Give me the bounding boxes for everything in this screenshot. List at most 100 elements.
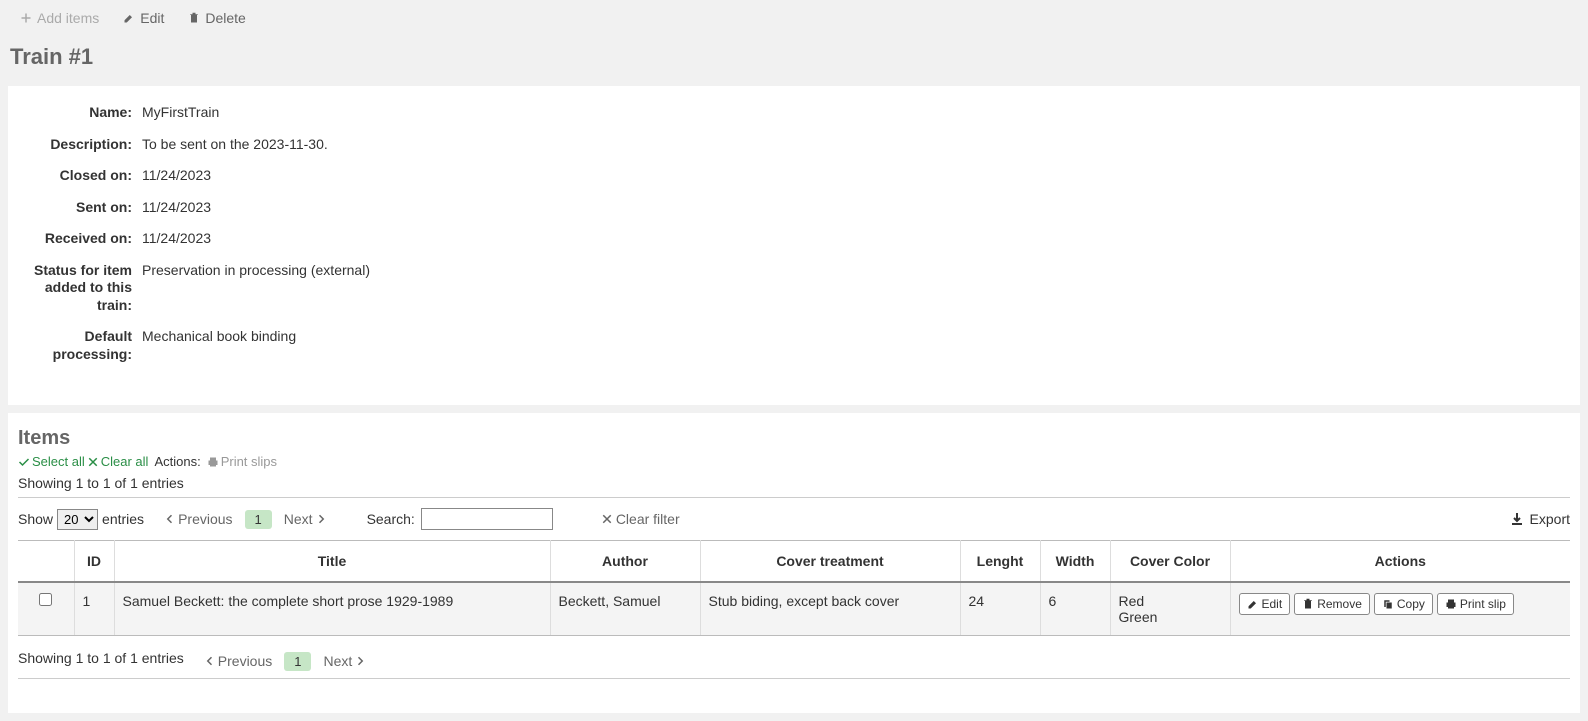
delete-button[interactable]: Delete — [188, 10, 245, 26]
row-edit-button[interactable]: Edit — [1239, 593, 1291, 615]
search-group: Search: — [367, 508, 553, 530]
previous-label: Previous — [178, 511, 232, 527]
cover-color-2: Green — [1119, 609, 1222, 625]
chevron-right-icon — [315, 513, 327, 525]
sent-on-label: Sent on: — [32, 199, 142, 217]
col-id[interactable]: ID — [74, 541, 114, 583]
next-label: Next — [284, 511, 313, 527]
paginator-top: Previous 1 Next — [164, 510, 327, 529]
row-copy-label: Copy — [1397, 597, 1425, 611]
previous-button-top[interactable]: Previous — [164, 511, 232, 527]
row-print-slip-label: Print slip — [1460, 597, 1506, 611]
clear-filter-label: Clear filter — [616, 511, 680, 527]
page-size-select[interactable]: 20 — [57, 509, 98, 530]
col-title[interactable]: Title — [114, 541, 550, 583]
row-edit-label: Edit — [1262, 597, 1283, 611]
toolbar: Add items Edit Delete — [0, 0, 1588, 36]
description-label: Description: — [32, 136, 142, 154]
next-label-bottom: Next — [323, 653, 352, 669]
printer-icon — [207, 456, 219, 468]
row-checkbox[interactable] — [39, 593, 52, 606]
row-copy-button[interactable]: Copy — [1374, 593, 1433, 615]
next-button-bottom[interactable]: Next — [323, 653, 366, 669]
select-all-label: Select all — [32, 454, 85, 469]
divider-bottom — [18, 678, 1570, 679]
closed-on-value: 11/24/2023 — [142, 167, 211, 183]
closed-on-label: Closed on: — [32, 167, 142, 185]
pencil-icon — [1247, 598, 1259, 610]
cover-color-1: Red — [1119, 593, 1222, 609]
divider — [18, 497, 1570, 498]
default-processing-label: Default processing: — [32, 328, 142, 363]
col-cover-treatment[interactable]: Cover treatment — [700, 541, 960, 583]
x-icon — [87, 456, 99, 468]
row-actions: Edit Remove Copy Print slip — [1239, 593, 1563, 615]
col-length[interactable]: Lenght — [960, 541, 1040, 583]
cell-title: Samuel Beckett: the complete short prose… — [114, 582, 550, 636]
download-icon — [1509, 511, 1525, 527]
items-actions-row: Select all Clear all Actions: Print slip… — [18, 454, 1570, 469]
clear-all-label: Clear all — [101, 454, 149, 469]
export-label: Export — [1530, 511, 1570, 527]
add-items-button: Add items — [20, 10, 99, 26]
copy-icon — [1382, 598, 1394, 610]
delete-label: Delete — [205, 10, 245, 26]
clear-filter-link[interactable]: Clear filter — [601, 511, 680, 527]
row-remove-button[interactable]: Remove — [1294, 593, 1370, 615]
col-cover-color[interactable]: Cover Color — [1110, 541, 1230, 583]
printer-icon — [1445, 598, 1457, 610]
col-actions: Actions — [1230, 541, 1570, 583]
row-print-slip-button[interactable]: Print slip — [1437, 593, 1514, 615]
description-value: To be sent on the 2023-11-30. — [142, 136, 328, 152]
plus-icon — [20, 12, 32, 24]
controls-row: Show 20 entries Previous 1 Next Search: … — [18, 508, 1570, 530]
export-button[interactable]: Export — [1509, 511, 1570, 527]
add-items-label: Add items — [37, 10, 99, 26]
edit-button[interactable]: Edit — [123, 10, 164, 26]
chevron-right-icon — [354, 655, 366, 667]
trash-icon — [1302, 598, 1314, 610]
received-on-value: 11/24/2023 — [142, 230, 211, 246]
bottom-row: Showing 1 to 1 of 1 entries Previous 1 N… — [18, 650, 1570, 672]
paginator-bottom: Previous 1 Next — [204, 652, 367, 671]
page-number-bottom[interactable]: 1 — [284, 652, 311, 671]
previous-label-bottom: Previous — [218, 653, 272, 669]
status-label: Status for item added to this train: — [32, 262, 142, 315]
entries-label: entries — [102, 511, 144, 527]
page-title: Train #1 — [0, 36, 1588, 86]
col-author[interactable]: Author — [550, 541, 700, 583]
pencil-icon — [123, 12, 135, 24]
col-checkbox[interactable] — [18, 541, 74, 583]
chevron-left-icon — [164, 513, 176, 525]
actions-label: Actions: — [154, 454, 200, 469]
search-input[interactable] — [421, 508, 553, 530]
show-entries-control: Show 20 entries — [18, 509, 144, 530]
col-width[interactable]: Width — [1040, 541, 1110, 583]
name-label: Name: — [32, 104, 142, 122]
showing-entries-bottom: Showing 1 to 1 of 1 entries — [18, 650, 184, 666]
sent-on-value: 11/24/2023 — [142, 199, 211, 215]
cell-width: 6 — [1040, 582, 1110, 636]
received-on-label: Received on: — [32, 230, 142, 248]
show-label: Show — [18, 511, 53, 527]
table-row: 1 Samuel Beckett: the complete short pro… — [18, 582, 1570, 636]
default-processing-value: Mechanical book binding — [142, 328, 296, 344]
edit-label: Edit — [140, 10, 164, 26]
select-all-link[interactable]: Select all — [18, 454, 85, 469]
search-label: Search: — [367, 511, 415, 527]
print-slips-link[interactable]: Print slips — [207, 454, 277, 469]
showing-entries-top: Showing 1 to 1 of 1 entries — [18, 475, 1570, 491]
row-remove-label: Remove — [1317, 597, 1362, 611]
page-number-top[interactable]: 1 — [245, 510, 272, 529]
cell-length: 24 — [960, 582, 1040, 636]
next-button-top[interactable]: Next — [284, 511, 327, 527]
x-icon — [601, 513, 613, 525]
cell-cover-treatment: Stub biding, except back cover — [700, 582, 960, 636]
status-value: Preservation in processing (external) — [142, 262, 370, 278]
chevron-left-icon — [204, 655, 216, 667]
check-icon — [18, 456, 30, 468]
cell-cover-color: Red Green — [1110, 582, 1230, 636]
clear-all-link[interactable]: Clear all — [87, 454, 149, 469]
items-panel: Items Select all Clear all Actions: Prin… — [8, 413, 1580, 713]
previous-button-bottom[interactable]: Previous — [204, 653, 272, 669]
